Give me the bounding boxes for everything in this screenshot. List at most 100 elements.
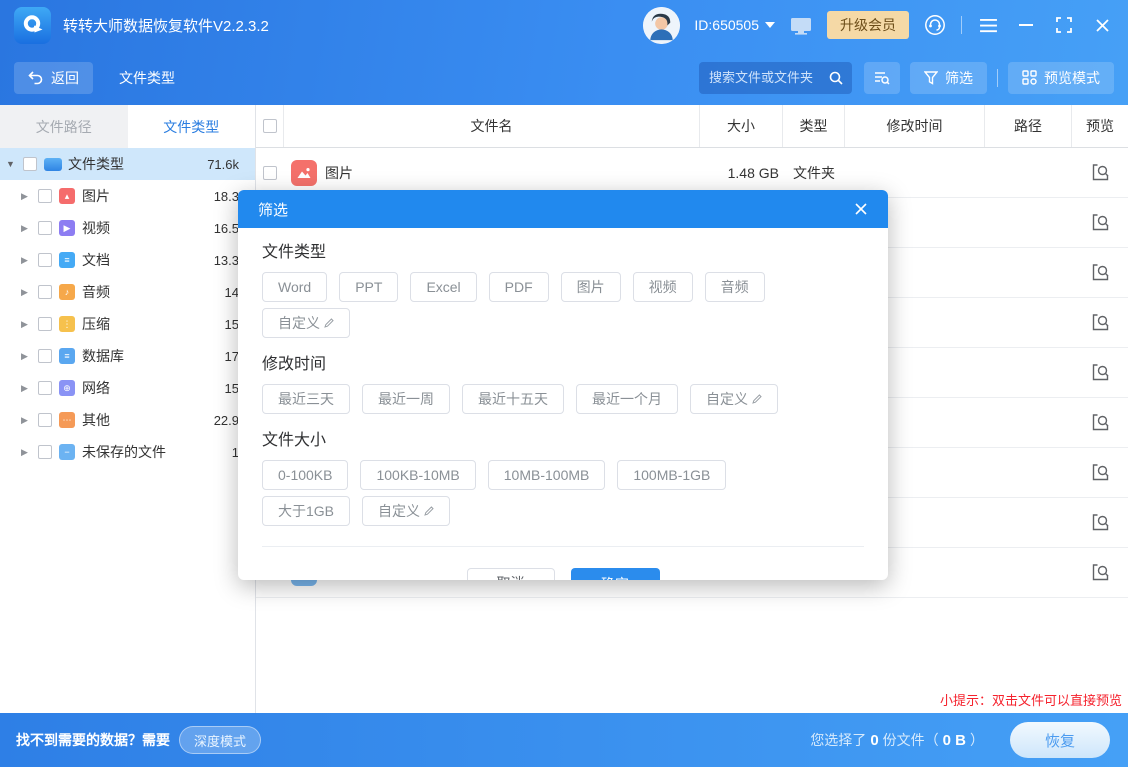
tree-item-database[interactable]: ▶ ≡ 数据库 17 — [0, 340, 255, 372]
expand-arrow-icon[interactable]: ▶ — [21, 351, 36, 362]
menu-icon[interactable] — [976, 13, 1000, 37]
archive-icon: ⋮ — [59, 316, 75, 332]
option-custom-size[interactable]: 自定义 — [362, 496, 450, 526]
checkbox[interactable] — [38, 349, 52, 363]
cancel-button[interactable]: 取消 — [467, 568, 555, 580]
option-10mb-100mb[interactable]: 10MB-100MB — [488, 460, 606, 490]
tree-item-audio[interactable]: ▶ ♪ 音频 14 — [0, 276, 255, 308]
user-id-dropdown[interactable]: ID:650505 — [694, 17, 775, 33]
preview-button[interactable] — [1072, 498, 1128, 547]
option-word[interactable]: Word — [262, 272, 327, 302]
option-gt-1gb[interactable]: 大于1GB — [262, 496, 350, 526]
checkbox[interactable] — [38, 317, 52, 331]
tree-item-image[interactable]: ▶ ▴ 图片 18.3 — [0, 180, 255, 212]
device-monitor-icon[interactable] — [789, 13, 813, 37]
preview-button[interactable] — [1072, 298, 1128, 347]
deep-mode-button[interactable]: 深度模式 — [179, 726, 261, 754]
breadcrumb: 文件类型 — [119, 68, 175, 88]
checkbox[interactable] — [38, 253, 52, 267]
option-last-month[interactable]: 最近一个月 — [576, 384, 678, 414]
preview-button[interactable] — [1072, 398, 1128, 447]
collapse-arrow-icon[interactable]: ▼ — [6, 159, 21, 169]
recover-button[interactable]: 恢复 — [1010, 722, 1110, 758]
tree-item-document[interactable]: ▶ ≡ 文档 13.3 — [0, 244, 255, 276]
option-100mb-1gb[interactable]: 100MB-1GB — [617, 460, 726, 490]
ok-button[interactable]: 确定 — [571, 568, 660, 580]
top-bar: 转转大师数据恢复软件V2.2.3.2 ID:650505 升级会员 — [0, 0, 1128, 105]
preview-button[interactable] — [1072, 198, 1128, 247]
tab-file-type[interactable]: 文件类型 — [128, 105, 256, 148]
col-mtime[interactable]: 修改时间 — [845, 105, 985, 147]
tree-item-unsaved[interactable]: ▶ − 未保存的文件 1 — [0, 436, 255, 468]
preview-button[interactable] — [1072, 348, 1128, 397]
preview-icon — [1091, 513, 1110, 532]
customer-service-icon[interactable] — [923, 13, 947, 37]
option-excel[interactable]: Excel — [410, 272, 476, 302]
dialog-close-icon[interactable] — [854, 202, 868, 216]
checkbox[interactable] — [38, 381, 52, 395]
option-last-15-days[interactable]: 最近十五天 — [462, 384, 564, 414]
tree-item-other[interactable]: ▶ ⋯ 其他 22.9 — [0, 404, 255, 436]
option-ppt[interactable]: PPT — [339, 272, 398, 302]
selection-size: 0 B — [943, 732, 966, 749]
checkbox[interactable] — [23, 157, 37, 171]
preview-button[interactable] — [1072, 548, 1128, 597]
expand-arrow-icon[interactable]: ▶ — [21, 319, 36, 330]
preview-button[interactable] — [1072, 148, 1128, 197]
col-path[interactable]: 路径 — [985, 105, 1072, 147]
selection-suffix: ） — [970, 730, 984, 750]
search-box[interactable] — [699, 62, 852, 94]
option-custom-mtime[interactable]: 自定义 — [690, 384, 778, 414]
expand-arrow-icon[interactable]: ▶ — [21, 287, 36, 298]
checkbox[interactable] — [38, 445, 52, 459]
filter-button[interactable]: 筛选 — [910, 62, 987, 94]
expand-arrow-icon[interactable]: ▶ — [21, 447, 36, 458]
preview-button[interactable] — [1072, 248, 1128, 297]
option-image[interactable]: 图片 — [561, 272, 621, 302]
tree-item-network[interactable]: ▶ ⊕ 网络 15 — [0, 372, 255, 404]
option-100kb-10mb[interactable]: 100KB-10MB — [360, 460, 475, 490]
search-input[interactable] — [709, 70, 828, 85]
checkbox[interactable] — [38, 413, 52, 427]
col-type[interactable]: 类型 — [783, 105, 845, 147]
expand-arrow-icon[interactable]: ▶ — [21, 383, 36, 394]
tree-item-archive[interactable]: ▶ ⋮ 压缩 15 — [0, 308, 255, 340]
preview-button[interactable] — [1072, 448, 1128, 497]
upgrade-member-button[interactable]: 升级会员 — [827, 11, 909, 39]
preview-icon — [1091, 413, 1110, 432]
expand-arrow-icon[interactable]: ▶ — [21, 415, 36, 426]
image-folder-icon — [291, 160, 317, 186]
col-filename[interactable]: 文件名 — [284, 105, 700, 147]
option-last-week[interactable]: 最近一周 — [362, 384, 450, 414]
col-preview[interactable]: 预览 — [1072, 105, 1128, 147]
col-size[interactable]: 大小 — [700, 105, 783, 147]
option-0-100kb[interactable]: 0-100KB — [262, 460, 348, 490]
selection-mid: 份文件（ — [883, 730, 939, 750]
expand-arrow-icon[interactable]: ▶ — [21, 191, 36, 202]
checkbox[interactable] — [38, 189, 52, 203]
checkbox[interactable] — [38, 285, 52, 299]
option-custom-type[interactable]: 自定义 — [262, 308, 350, 338]
expand-arrow-icon[interactable]: ▶ — [21, 223, 36, 234]
video-icon: ▶ — [59, 220, 75, 236]
tab-file-path[interactable]: 文件路径 — [0, 105, 128, 148]
preview-mode-button[interactable]: 预览模式 — [1008, 62, 1114, 94]
advanced-search-button[interactable] — [864, 62, 900, 94]
option-audio[interactable]: 音频 — [705, 272, 765, 302]
selection-count: 0 — [870, 732, 878, 749]
checkbox[interactable] — [38, 221, 52, 235]
option-last-3-days[interactable]: 最近三天 — [262, 384, 350, 414]
tree-item-file-type[interactable]: ▼ 文件类型 71.6k — [0, 148, 255, 180]
option-video[interactable]: 视频 — [633, 272, 693, 302]
back-button[interactable]: 返回 — [14, 62, 93, 94]
minimize-button[interactable] — [1014, 13, 1038, 37]
option-pdf[interactable]: PDF — [489, 272, 549, 302]
tree-item-video[interactable]: ▶ ▶ 视频 16.5 — [0, 212, 255, 244]
expand-arrow-icon[interactable]: ▶ — [21, 255, 36, 266]
select-all-checkbox[interactable] — [263, 119, 277, 133]
maximize-button[interactable] — [1052, 13, 1076, 37]
row-checkbox[interactable] — [263, 166, 277, 180]
dialog-title: 筛选 — [258, 199, 288, 220]
user-avatar[interactable] — [643, 7, 680, 44]
close-button[interactable] — [1090, 13, 1114, 37]
